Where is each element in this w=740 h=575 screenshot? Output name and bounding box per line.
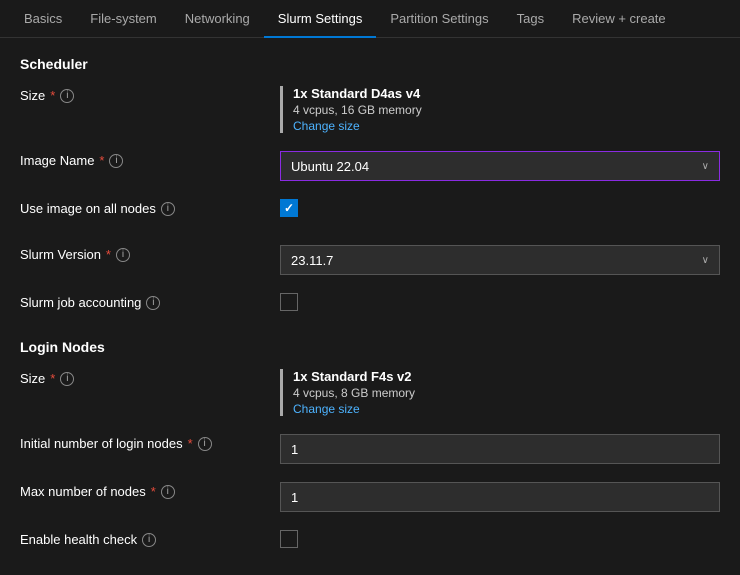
login-initial-nodes-input[interactable] — [280, 434, 720, 464]
login-nodes-section: Login Nodes Size * i 1x Standard F4s v2 … — [20, 339, 720, 558]
tab-slurm-settings[interactable]: Slurm Settings — [264, 0, 377, 38]
login-initial-nodes-required: * — [188, 436, 193, 451]
login-initial-nodes-info-icon[interactable]: i — [198, 437, 212, 451]
tab-review-create[interactable]: Review + create — [558, 0, 680, 38]
login-initial-nodes-input-container — [280, 434, 720, 464]
login-size-block: 1x Standard F4s v2 4 vcpus, 8 GB memory … — [280, 369, 720, 416]
login-size-detail: 4 vcpus, 8 GB memory — [293, 386, 720, 400]
scheduler-image-required: * — [99, 153, 104, 168]
scheduler-slurm-version-row: Slurm Version * i 23.11.7 ∨ — [20, 245, 720, 275]
scheduler-accounting-checkbox[interactable] — [280, 293, 298, 311]
scheduler-size-row: Size * i 1x Standard D4as v4 4 vcpus, 16… — [20, 86, 720, 133]
scheduler-image-label-text: Image Name — [20, 153, 94, 168]
scheduler-use-image-row: Use image on all nodes i — [20, 199, 720, 227]
login-max-nodes-info-icon[interactable]: i — [161, 485, 175, 499]
scheduler-slurm-version-dropdown-container: 23.11.7 ∨ — [280, 245, 720, 275]
main-content: Scheduler Size * i 1x Standard D4as v4 4… — [0, 38, 740, 575]
login-max-nodes-input[interactable] — [280, 482, 720, 512]
scheduler-accounting-label-text: Slurm job accounting — [20, 295, 141, 310]
login-health-check-checkbox[interactable] — [280, 530, 298, 548]
tab-basics[interactable]: Basics — [10, 0, 76, 38]
scheduler-use-image-label: Use image on all nodes i — [20, 199, 280, 216]
scheduler-use-image-checkbox[interactable] — [280, 199, 298, 217]
login-health-check-label: Enable health check i — [20, 530, 280, 547]
login-health-check-info-icon[interactable]: i — [142, 533, 156, 547]
login-nodes-title: Login Nodes — [20, 339, 720, 355]
scheduler-image-row: Image Name * i Ubuntu 22.04 ∨ — [20, 151, 720, 181]
nav-tabs: Basics File-system Networking Slurm Sett… — [0, 0, 740, 38]
login-size-label-text: Size — [20, 371, 45, 386]
login-size-value: 1x Standard F4s v2 4 vcpus, 8 GB memory … — [280, 369, 720, 416]
scheduler-section: Scheduler Size * i 1x Standard D4as v4 4… — [20, 56, 720, 321]
login-max-nodes-input-container — [280, 482, 720, 512]
scheduler-size-label-text: Size — [20, 88, 45, 103]
scheduler-size-label: Size * i — [20, 86, 280, 103]
login-max-nodes-required: * — [151, 484, 156, 499]
scheduler-change-size-link[interactable]: Change size — [293, 119, 720, 133]
login-max-nodes-row: Max number of nodes * i — [20, 482, 720, 512]
tab-partition-settings[interactable]: Partition Settings — [376, 0, 502, 38]
scheduler-image-dropdown[interactable]: Ubuntu 22.04 ∨ — [280, 151, 720, 181]
scheduler-size-detail: 4 vcpus, 16 GB memory — [293, 103, 720, 117]
scheduler-accounting-label: Slurm job accounting i — [20, 293, 280, 310]
login-health-check-checkbox-container — [280, 530, 720, 548]
scheduler-slurm-version-dropdown[interactable]: 23.11.7 ∨ — [280, 245, 720, 275]
tab-filesystem[interactable]: File-system — [76, 0, 170, 38]
scheduler-size-value: 1x Standard D4as v4 4 vcpus, 16 GB memor… — [280, 86, 720, 133]
scheduler-size-name: 1x Standard D4as v4 — [293, 86, 720, 101]
scheduler-use-image-checkbox-container — [280, 199, 720, 217]
scheduler-slurm-version-label-text: Slurm Version — [20, 247, 101, 262]
scheduler-accounting-checkbox-container — [280, 293, 720, 311]
scheduler-image-dropdown-value: Ubuntu 22.04 — [291, 159, 369, 174]
tab-tags[interactable]: Tags — [503, 0, 558, 38]
scheduler-image-dropdown-container: Ubuntu 22.04 ∨ — [280, 151, 720, 181]
scheduler-image-label: Image Name * i — [20, 151, 280, 168]
scheduler-accounting-row: Slurm job accounting i — [20, 293, 720, 321]
scheduler-title: Scheduler — [20, 56, 720, 72]
scheduler-slurm-version-label: Slurm Version * i — [20, 245, 280, 262]
login-size-row: Size * i 1x Standard F4s v2 4 vcpus, 8 G… — [20, 369, 720, 416]
scheduler-size-block: 1x Standard D4as v4 4 vcpus, 16 GB memor… — [280, 86, 720, 133]
scheduler-size-info-icon[interactable]: i — [60, 89, 74, 103]
scheduler-slurm-version-info-icon[interactable]: i — [116, 248, 130, 262]
scheduler-use-image-info-icon[interactable]: i — [161, 202, 175, 216]
login-max-nodes-label: Max number of nodes * i — [20, 482, 280, 499]
login-health-check-label-text: Enable health check — [20, 532, 137, 547]
scheduler-image-chevron-icon: ∨ — [702, 161, 709, 172]
scheduler-use-image-label-text: Use image on all nodes — [20, 201, 156, 216]
scheduler-slurm-version-required: * — [106, 247, 111, 262]
scheduler-image-info-icon[interactable]: i — [109, 154, 123, 168]
login-max-nodes-label-text: Max number of nodes — [20, 484, 146, 499]
login-size-label: Size * i — [20, 369, 280, 386]
scheduler-slurm-version-chevron-icon: ∨ — [702, 255, 709, 266]
login-change-size-link[interactable]: Change size — [293, 402, 720, 416]
login-size-name: 1x Standard F4s v2 — [293, 369, 720, 384]
tab-networking[interactable]: Networking — [171, 0, 264, 38]
login-initial-nodes-row: Initial number of login nodes * i — [20, 434, 720, 464]
scheduler-accounting-info-icon[interactable]: i — [146, 296, 160, 310]
scheduler-slurm-version-dropdown-value: 23.11.7 — [291, 253, 333, 268]
scheduler-size-required: * — [50, 88, 55, 103]
login-health-check-row: Enable health check i — [20, 530, 720, 558]
login-size-required: * — [50, 371, 55, 386]
login-size-info-icon[interactable]: i — [60, 372, 74, 386]
login-initial-nodes-label-text: Initial number of login nodes — [20, 436, 183, 451]
login-initial-nodes-label: Initial number of login nodes * i — [20, 434, 280, 451]
